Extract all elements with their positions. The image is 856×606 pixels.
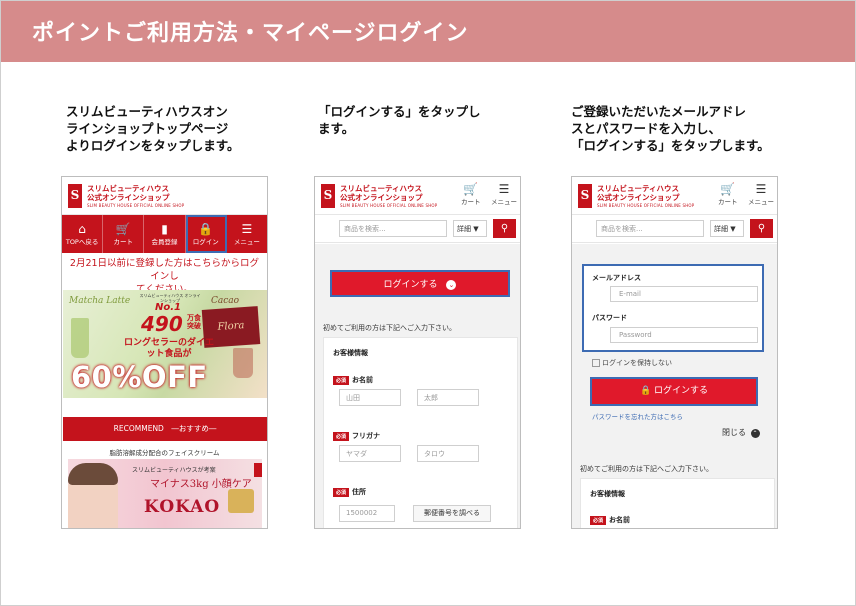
search-button[interactable]: ⚲ [493, 219, 516, 238]
cream-jar-image [228, 489, 254, 513]
promo-matcha-text: Matcha Latte [69, 296, 131, 306]
search-detail-select[interactable]: 詳細 ▼ [710, 220, 744, 237]
customer-info-title: お客様情報 [333, 349, 368, 357]
screenshot-login-form: S スリムビューティハウス 公式オンラインショップ SLIM BEAUTY HO… [571, 176, 778, 529]
close-login-button[interactable]: 閉じる ⌃ [722, 427, 760, 438]
cacao-cup-image [233, 348, 253, 378]
cart-icon: 🛒 [720, 182, 736, 196]
promo-banner[interactable]: Matcha Latte Cacao スリムビューティハウス オンラインショップ… [63, 290, 267, 398]
zip-lookup-button[interactable]: 郵便番号を調べる [413, 505, 491, 522]
home-icon: ⌂ [78, 222, 86, 236]
name-label: 必須 お名前 [590, 515, 630, 525]
kokao-product-name: KOKAO [144, 497, 221, 517]
step3-instruction: ご登録いただいたメールアドレ スとパスワードを入力し、 「ログインする」をタップ… [571, 104, 770, 153]
required-badge: 必須 [333, 487, 350, 497]
search-bar: 商品を検索... 詳細 ▼ ⚲ [315, 215, 520, 243]
promo-count: 490 [141, 312, 183, 336]
promo-subtitle: ロングセラーのダイエット食品が [124, 338, 214, 359]
required-badge: 必須 [333, 375, 350, 385]
last-name-input[interactable]: 山田 [339, 389, 401, 406]
cart-icon: 🛒 [463, 182, 479, 196]
shop-logo-icon[interactable]: S [68, 184, 82, 208]
forgot-password-link[interactable]: パスワードを忘れた方はこちら [592, 411, 683, 421]
model-image [68, 463, 118, 528]
first-name-input[interactable]: 太郎 [417, 389, 479, 406]
search-bar: 商品を検索... 詳細 ▼ ⚲ [572, 215, 777, 243]
book-icon: ▮ [161, 222, 168, 236]
search-icon: ⚲ [500, 223, 509, 234]
promo-discount: 60%OFF [71, 360, 208, 394]
kokao-banner[interactable]: スリムビューティハウスが考案 マイナス3kg 小顔ケア KOKAO [68, 459, 262, 528]
zip-input[interactable]: 1500002 [339, 505, 395, 522]
slide-title: ポイントご利用方法・マイページログイン [32, 21, 469, 46]
shop-header: S スリムビューティハウス 公式オンラインショップ SLIM BEAUTY HO… [315, 177, 520, 215]
login-submit-button[interactable]: 🔒 ログインする [590, 377, 758, 406]
header-menu[interactable]: ☰ メニュー [748, 182, 774, 207]
shop-name-en: SLIM BEAUTY HOUSE OFFICIAL ONLINE SHOP [597, 203, 695, 208]
screenshot-login-entry: S スリムビューティハウス 公式オンラインショップ SLIM BEAUTY HO… [314, 176, 521, 529]
cart-icon: 🛒 [115, 222, 131, 236]
nav-menu[interactable]: ☰ メニュー [227, 215, 267, 253]
email-label: メールアドレス [592, 274, 641, 282]
promo-count-unit: 万食突破 [187, 314, 201, 330]
first-kana-input[interactable]: タロウ [417, 445, 479, 462]
shop-logo-icon[interactable]: S [578, 184, 592, 208]
hamburger-icon: ☰ [498, 182, 510, 196]
screenshot-top-page: S スリムビューティハウス 公式オンラインショップ SLIM BEAUTY HO… [61, 176, 268, 529]
nav-register[interactable]: ▮ 会員登録 [144, 215, 186, 253]
kokao-line1: スリムビューティハウスが考案 [132, 467, 216, 474]
customer-info-title: お客様情報 [590, 490, 625, 498]
matcha-cup-image [71, 318, 89, 358]
last-kana-input[interactable]: ヤマダ [339, 445, 401, 462]
checkbox-icon [592, 359, 600, 367]
shop-logo-icon[interactable]: S [321, 184, 335, 208]
email-input[interactable]: E-mail [610, 286, 758, 302]
recommend-heading: RECOMMEND ―おすすめ― [63, 417, 267, 441]
shop-header: S スリムビューティハウス 公式オンラインショップ SLIM BEAUTY HO… [572, 177, 777, 215]
hamburger-icon: ☰ [241, 222, 253, 236]
promo-cacao-text: Cacao [211, 296, 240, 306]
search-detail-select[interactable]: 詳細 ▼ [453, 220, 487, 237]
shop-name[interactable]: スリムビューティハウス 公式オンラインショップ [87, 184, 170, 202]
nav-top[interactable]: ⌂ TOPへ戻る [62, 215, 104, 253]
kana-label: 必須 フリガナ [333, 431, 380, 441]
header-menu[interactable]: ☰ メニュー [491, 182, 517, 207]
header-cart[interactable]: 🛒 カート [718, 182, 738, 207]
nav-cart[interactable]: 🛒 カート [103, 215, 145, 253]
step1-instruction: スリムビューティハウスオン ラインショップトップページ よりログインをタップしま… [66, 104, 240, 153]
shop-name[interactable]: スリムビューティハウス 公式オンラインショップ [597, 184, 680, 202]
search-input[interactable]: 商品を検索... [596, 220, 704, 237]
global-nav: ⌂ TOPへ戻る 🛒 カート ▮ 会員登録 🔒 ログイン ☰ メニュー [62, 215, 267, 253]
nav-login[interactable]: 🔒 ログイン [185, 215, 227, 253]
search-input[interactable]: 商品を検索... [339, 220, 447, 237]
login-toggle-button[interactable]: ログインする ⌄ [330, 270, 510, 297]
chevron-down-icon: ⌄ [446, 279, 457, 290]
shop-name[interactable]: スリムビューティハウス 公式オンラインショップ [340, 184, 423, 202]
lock-icon: 🔒 [198, 222, 214, 236]
required-badge: 必須 [333, 431, 350, 441]
hamburger-icon: ☰ [755, 182, 767, 196]
first-time-note: 初めてご利用の方は下記へご入力下さい。 [580, 465, 713, 473]
shop-name-en: SLIM BEAUTY HOUSE OFFICIAL ONLINE SHOP [87, 203, 185, 208]
kokao-line2: マイナス3kg 小顔ケア [150, 479, 252, 490]
chevron-up-icon: ⌃ [750, 429, 760, 438]
password-input[interactable]: Password [610, 327, 758, 343]
title-banner: ポイントご利用方法・マイページログイン [0, 0, 856, 62]
required-badge: 必須 [590, 515, 607, 525]
brand-badge [254, 463, 262, 477]
search-icon: ⚲ [757, 223, 766, 234]
password-label: パスワード [592, 314, 627, 322]
header-cart[interactable]: 🛒 カート [461, 182, 481, 207]
shop-header: S スリムビューティハウス 公式オンラインショップ SLIM BEAUTY HO… [62, 177, 267, 215]
remember-login-checkbox[interactable]: ログインを保持しない [592, 358, 672, 368]
first-time-note: 初めてご利用の方は下記へご入力下さい。 [323, 324, 456, 332]
shop-name-en: SLIM BEAUTY HOUSE OFFICIAL ONLINE SHOP [340, 203, 438, 208]
login-form: メールアドレス E-mail パスワード Password [582, 264, 764, 352]
address-label: 必須 住所 [333, 487, 366, 497]
name-label: 必須 お名前 [333, 375, 373, 385]
lock-icon: 🔒 [639, 386, 652, 396]
search-button[interactable]: ⚲ [750, 219, 773, 238]
step2-instruction: 「ログインする」をタップし ます。 [318, 104, 481, 136]
recommend-subcopy: 脂肪溶解成分配合のフェイスクリーム [109, 449, 220, 457]
